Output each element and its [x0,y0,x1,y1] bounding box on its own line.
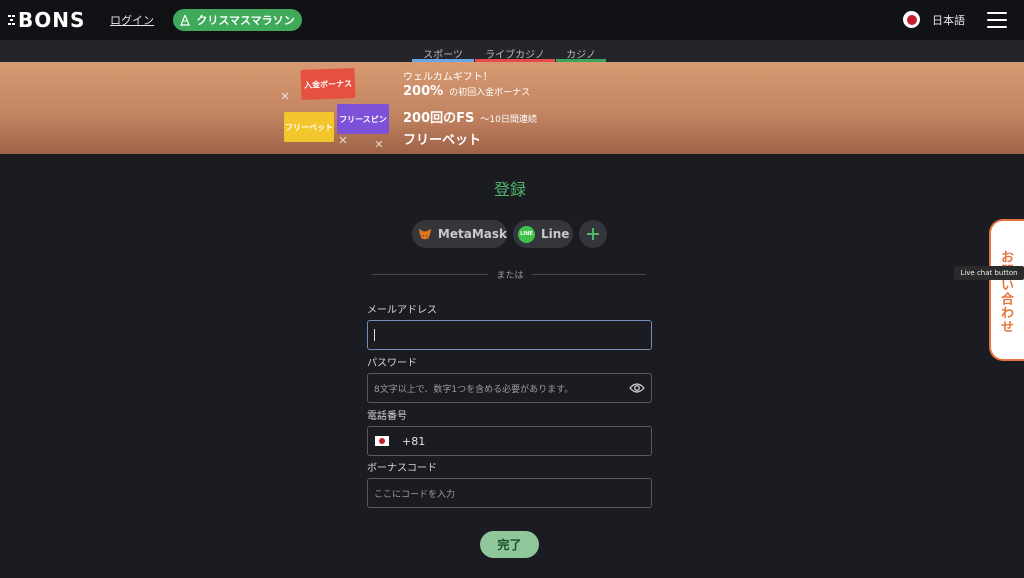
language-selector[interactable]: 日本語 [903,11,965,28]
register-title: 登録 [493,180,526,199]
banner-freespins-count: 200回のFS [403,111,475,126]
email-field[interactable] [367,320,652,350]
metamask-fox-icon [418,228,432,240]
metamask-label: MetaMask [437,227,507,241]
christmas-marathon-label: クリスマスマラソン [196,14,295,27]
top-header: BONS ログイン クリスマスマラソン 日本語 [0,0,1024,40]
japan-flag-icon [903,11,920,28]
metamask-login-button[interactable]: MetaMask [412,220,507,248]
freebet-tile: フリーベット [284,112,334,142]
show-password-eye-icon[interactable] [629,382,645,394]
banner-subtitle: ウェルカムギフト！ [403,72,493,83]
phone-field[interactable]: +81 [367,426,652,456]
password-label: パスワード [367,358,417,369]
line-label: Line [541,227,570,241]
email-label: メールアドレス [367,305,437,316]
japan-flag-icon[interactable] [375,436,389,446]
live-chat-label[interactable]: お問い合わせ [996,250,1015,334]
divider-or-text: または [496,271,524,281]
menu-icon[interactable] [987,12,1007,28]
login-link[interactable]: ログイン [110,12,154,28]
logo-dots-icon [8,15,15,25]
divider-right [532,274,646,275]
deposit-bonus-tile: 入金ボーナス [300,68,356,100]
line-login-button[interactable]: LINE Line [513,220,573,248]
password-field[interactable]: 8文字以上で、数字1つを含める必要があります。 [367,373,652,403]
banner-deposit-text: の初回入金ボーナス [449,88,531,98]
freespin-tile: フリースピン [337,104,389,134]
plus-icon [587,228,599,240]
submit-button[interactable]: 完了 [480,531,539,558]
logo-text: BONS [18,8,86,32]
banner-deposit-percent: 200% [403,84,444,99]
christmas-marathon-button[interactable]: クリスマスマラソン [173,9,302,31]
site-logo[interactable]: BONS [8,8,86,32]
phone-label: 電話番号 [367,411,407,422]
language-label: 日本語 [932,13,965,27]
more-login-options-button[interactable] [579,220,607,248]
banner-line-freebet: フリーベット [403,133,482,148]
banner-line-freespins: 200回のFS 〜10日間連続 [403,107,537,126]
welcome-banner[interactable]: 入金ボーナス フリーベット フリースピン ウェルカムギフト！ 200% の初回入金… [0,62,1024,154]
banner-line-deposit: 200% の初回入金ボーナス [403,84,530,99]
line-icon: LINE [518,225,535,243]
trophy-icon [180,14,191,26]
banner-freespins-text: 〜10日間連続 [480,115,537,125]
password-placeholder: 8文字以上で、数字1つを含める必要があります。 [374,384,574,395]
live-chat-tooltip: Live chat button [954,266,1024,280]
bonus-code-field[interactable]: ここにコードを入力 [367,478,652,508]
divider-left [372,274,488,275]
bonus-code-placeholder: ここにコードを入力 [374,489,456,500]
bonus-code-label: ボーナスコード [367,463,437,474]
text-caret [374,329,375,341]
phone-country-code: +81 [402,434,426,448]
